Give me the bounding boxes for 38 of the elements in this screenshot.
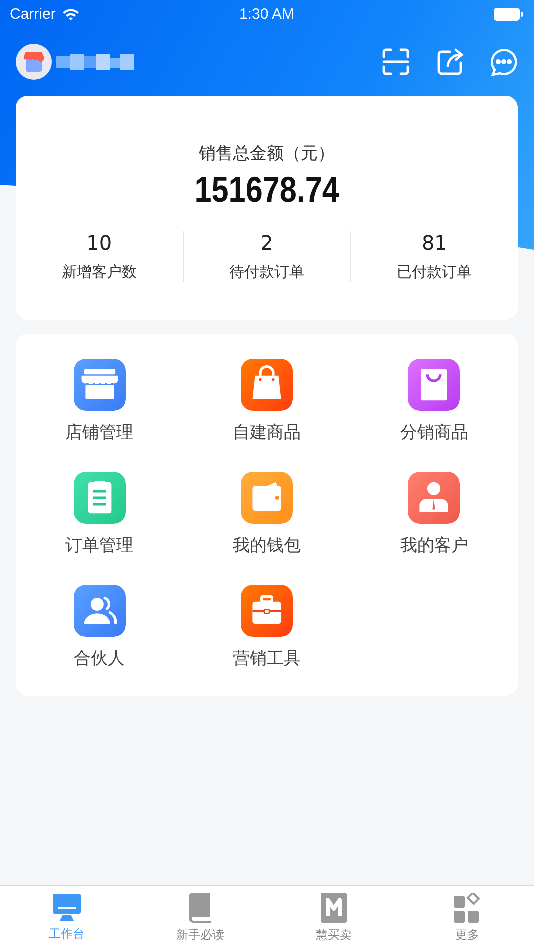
shopping-bag-icon xyxy=(408,359,460,411)
feature-item[interactable]: 我的钱包 xyxy=(183,472,351,557)
tab[interactable]: 慧买卖 xyxy=(267,886,400,950)
feature-item[interactable]: 我的客户 xyxy=(350,472,518,557)
feature-item[interactable]: 店铺管理 xyxy=(16,359,184,444)
stat-label: 新增客户数 xyxy=(62,263,137,282)
feature-item[interactable]: 自建商品 xyxy=(183,359,351,444)
tab[interactable]: 更多 xyxy=(400,886,534,950)
person-icon xyxy=(408,472,460,524)
stat-value: 2 xyxy=(260,231,274,255)
monitor-icon xyxy=(52,894,81,922)
share-icon[interactable] xyxy=(436,48,464,76)
sales-amount: 151678.74 xyxy=(194,169,340,211)
feature-item[interactable]: 分销商品 xyxy=(350,359,518,444)
wifi-icon xyxy=(62,8,80,20)
shopping-bag-icon xyxy=(240,359,293,411)
stat-value: 81 xyxy=(422,231,448,255)
briefcase-icon xyxy=(240,585,293,637)
feature-item[interactable]: 订单管理 xyxy=(16,472,184,557)
logo-icon xyxy=(320,892,347,922)
clock-time: 1:30 AM xyxy=(239,6,295,22)
wallet-icon xyxy=(240,472,293,524)
feature-item[interactable]: 营销工具 xyxy=(183,585,351,670)
store-icon xyxy=(23,51,45,73)
carrier-label: Carrier xyxy=(10,6,56,22)
book-icon xyxy=(187,892,214,922)
summary-title: 销售总金额（元） xyxy=(199,143,335,165)
grid-icon xyxy=(454,892,480,922)
store-icon xyxy=(74,359,126,411)
clipboard-icon xyxy=(74,472,126,524)
people-icon xyxy=(74,585,126,637)
stat-label: 已付款订单 xyxy=(397,263,472,282)
scan-icon[interactable] xyxy=(382,48,410,76)
stat-label: 待付款订单 xyxy=(230,263,304,282)
feature-item[interactable]: 合伙人 xyxy=(16,585,184,670)
tab[interactable]: 新手必读 xyxy=(134,886,267,950)
stat-value: 10 xyxy=(86,231,112,255)
chat-icon[interactable] xyxy=(490,48,518,76)
